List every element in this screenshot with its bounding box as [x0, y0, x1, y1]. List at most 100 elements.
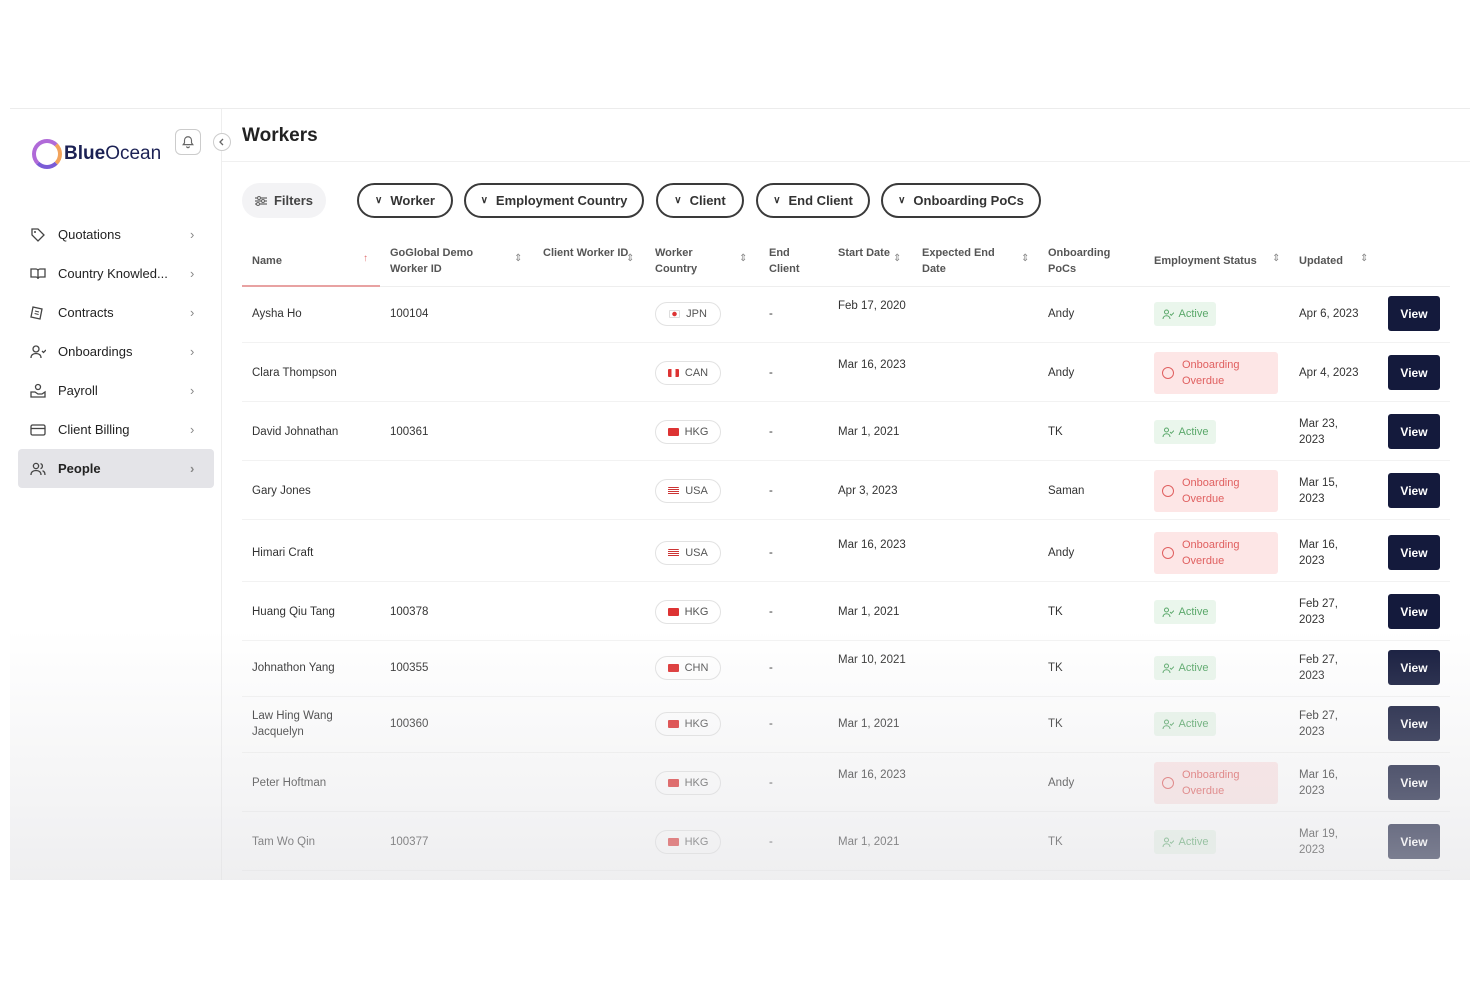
updated-date: Feb 27, 2023 [1299, 598, 1338, 626]
filter-onboarding-pocs[interactable]: ∨ Onboarding PoCs [881, 183, 1041, 218]
updated-date: Apr 6, 2023 [1299, 308, 1359, 320]
sidebar-item-contracts[interactable]: Contracts › [18, 293, 214, 332]
flag-icon [668, 549, 680, 557]
filter-end-client[interactable]: ∨ End Client [756, 183, 870, 218]
table-row[interactable]: Huang Qiu Tang 100378 HKG - Mar 1, 2021 TK Act… [242, 583, 1450, 641]
view-button[interactable]: View [1388, 535, 1440, 570]
page-title: Workers [242, 125, 318, 146]
sidebar-item-people[interactable]: People › [18, 449, 214, 488]
country-chip: CHN [655, 656, 721, 680]
logo-icon [32, 139, 62, 169]
view-button[interactable]: View [1388, 594, 1440, 629]
flag-icon [668, 487, 680, 495]
table-row[interactable]: David Johnathan 100361 HKG - Mar 1, 2021 TK Ac… [242, 403, 1450, 461]
filter-employment-country[interactable]: ∨ Employment Country [464, 183, 644, 218]
filter-label: End Client [788, 193, 853, 208]
status-label: Onboarding Overdue [1182, 477, 1240, 505]
table-row[interactable]: Law Hing Wang Jacquelyn 100360 HKG - Mar 1, … [242, 695, 1450, 753]
start-date: Mar 16, 2023 [838, 769, 906, 781]
table-row[interactable]: Peter Hoftman HKG - Mar 16, 2023 Andy Onboard… [242, 754, 1450, 812]
sort-icon[interactable]: ⇕ [1021, 253, 1029, 264]
country-code: HKG [684, 718, 709, 730]
column-header-name[interactable]: Name [252, 253, 362, 269]
bell-icon[interactable] [175, 129, 201, 155]
view-button[interactable]: View [1388, 473, 1440, 508]
column-header-expected-end-date[interactable]: Expected End Date [922, 245, 1017, 277]
logo-text: BlueOcean [64, 143, 162, 164]
view-button[interactable]: View [1388, 355, 1440, 390]
column-header-updated[interactable]: Updated [1299, 253, 1354, 269]
column-header-employment-status[interactable]: Employment Status [1154, 253, 1269, 269]
flag-icon [669, 310, 681, 318]
status-label: Active [1178, 836, 1209, 848]
status-badge: Active [1154, 420, 1216, 444]
filter-label: Worker [390, 193, 435, 208]
clock-icon [1162, 777, 1174, 789]
table-row[interactable]: Tam Wo Qin 100377 HKG - Mar 1, 2021 TK Active M… [242, 813, 1450, 871]
sidebar-item-payroll[interactable]: Payroll › [18, 371, 214, 410]
column-header-goglobal-demo-worker-id[interactable]: GoGlobal Demo Worker ID [390, 245, 510, 277]
sort-icon[interactable]: ⇕ [1272, 253, 1280, 264]
chevron-right-icon: › [190, 266, 195, 281]
table-row[interactable]: Clara Thompson CAN - Mar 16, 2023 Andy Onboar… [242, 344, 1450, 402]
worker-name: Johnathon Yang [252, 662, 335, 674]
sort-ascending-icon[interactable]: ↑ [363, 253, 368, 264]
sidebar-item-client-billing[interactable]: Client Billing › [18, 410, 214, 449]
filter-label: Onboarding PoCs [913, 193, 1024, 208]
updated-date: Apr 4, 2023 [1299, 367, 1359, 379]
updated-date: Mar 16, 2023 [1299, 769, 1338, 797]
table-row[interactable]: Johnathon Yang 100355 CHN - Mar 10, 2021 TK Ac… [242, 639, 1450, 697]
sort-icon[interactable]: ⇕ [739, 253, 747, 264]
worker-id: 100377 [390, 836, 429, 848]
filter-label: Employment Country [495, 193, 628, 208]
start-date: Mar 1, 2021 [838, 606, 900, 618]
onboarding-poc: Andy [1048, 367, 1075, 379]
view-button[interactable]: View [1388, 296, 1440, 331]
chevron-down-icon: ∨ [898, 195, 906, 206]
sidebar-item-quotations[interactable]: Quotations › [18, 215, 214, 254]
worker-name: Gary Jones [252, 485, 311, 497]
filter-client[interactable]: ∨ Client [656, 183, 744, 218]
status-label: Active [1178, 606, 1209, 618]
onboarding-poc: Saman [1048, 485, 1085, 497]
status-badge: Onboarding Overdue [1154, 762, 1278, 804]
end-client: - [769, 426, 773, 438]
sort-icon[interactable]: ⇕ [893, 253, 901, 264]
country-code: USA [685, 547, 708, 559]
people-icon [28, 460, 48, 478]
view-button[interactable]: View [1388, 765, 1440, 800]
sort-icon[interactable]: ⇕ [1360, 253, 1368, 264]
country-code: HKG [684, 777, 709, 789]
column-header-end-client[interactable]: End Client [769, 245, 819, 277]
column-header-start-date[interactable]: Start Date [838, 245, 898, 261]
updated-date: Mar 16, 2023 [1299, 539, 1338, 567]
sidebar-item-country-knowled[interactable]: Country Knowled... › [18, 254, 214, 293]
sort-icon[interactable]: ⇕ [626, 253, 634, 264]
onboarding-poc: Andy [1048, 777, 1075, 789]
view-button[interactable]: View [1388, 706, 1440, 741]
view-button[interactable]: View [1388, 650, 1440, 685]
worker-id: 100360 [390, 718, 429, 730]
user-check-icon [1162, 663, 1174, 673]
table-row[interactable]: Gary Jones USA - Apr 3, 2023 Saman Onboarding… [242, 462, 1450, 520]
filters-button[interactable]: Filters [242, 183, 326, 218]
onboarding-poc: TK [1048, 606, 1063, 618]
table-row[interactable]: Aysha Ho 100104 JPN - Feb 17, 2020 Andy Active… [242, 285, 1450, 343]
user-check-icon [1162, 719, 1174, 729]
chevron-down-icon: ∨ [480, 195, 488, 206]
table-row[interactable]: Himari Craft USA - Mar 16, 2023 Andy Onboardi… [242, 524, 1450, 582]
view-button[interactable]: View [1388, 414, 1440, 449]
filter-worker[interactable]: ∨ Worker [357, 183, 453, 218]
column-header-worker-country[interactable]: Worker Country [655, 245, 725, 277]
sort-icon[interactable]: ⇕ [514, 253, 522, 264]
country-code: CHN [684, 662, 709, 674]
view-button[interactable]: View [1388, 824, 1440, 859]
user-check-icon [1162, 427, 1174, 437]
collapse-sidebar-icon[interactable] [213, 133, 231, 151]
sidebar-item-onboardings[interactable]: Onboardings › [18, 332, 214, 371]
column-header-client-worker-id[interactable]: Client Worker ID [543, 245, 633, 261]
country-code: HKG [684, 606, 709, 618]
end-client: - [769, 836, 773, 848]
end-client: - [769, 606, 773, 618]
column-header-onboarding-pocs[interactable]: Onboarding PoCs [1048, 245, 1118, 277]
